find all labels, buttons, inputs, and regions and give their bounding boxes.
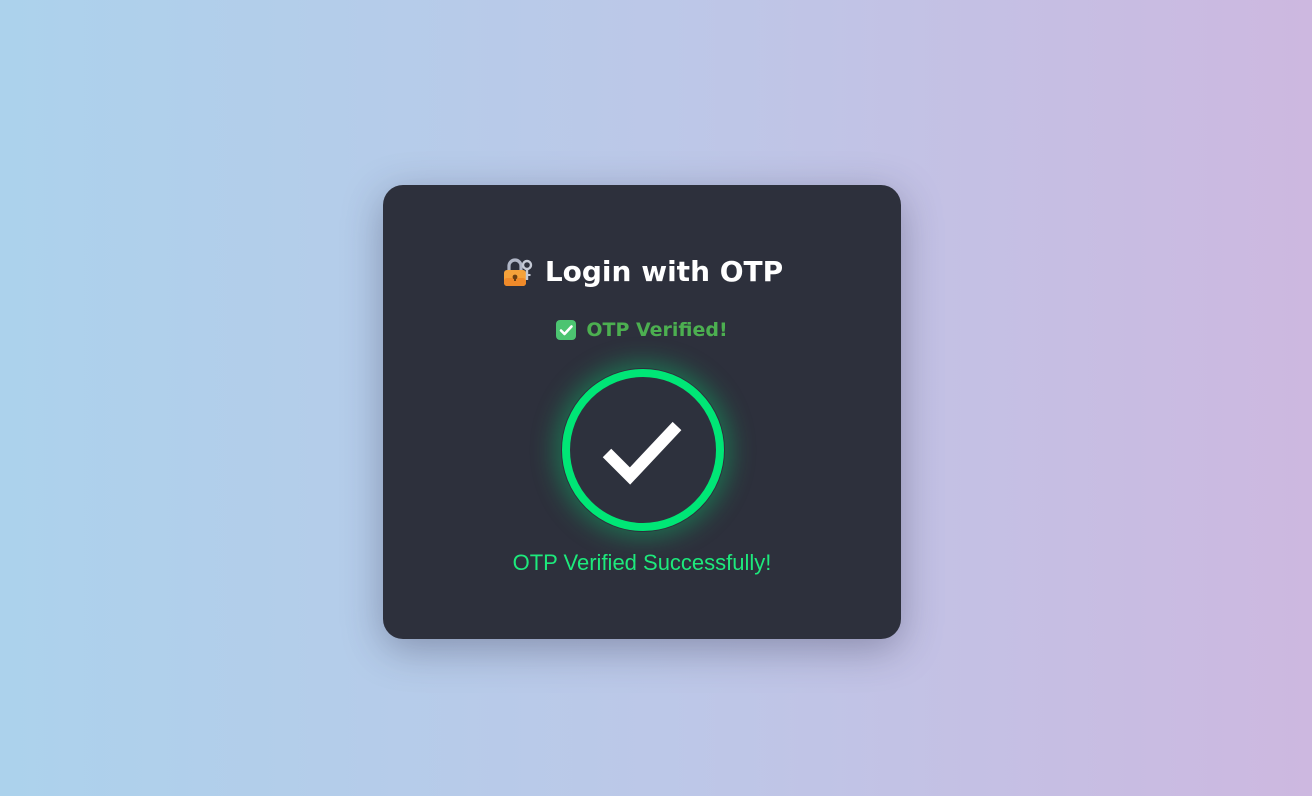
large-check-circle-icon [561,368,725,532]
check-mark-button-icon [556,320,577,340]
otp-card: Login with OTP OTP Verified! OTP Verifie… [383,185,901,639]
success-message: OTP Verified Successfully! [512,550,772,575]
status-text: OTP Verified! [586,319,728,341]
title-text: Login with OTP [544,255,784,288]
card-title: Login with OTP [383,253,901,291]
lock-with-key-icon [501,256,533,288]
status-message: OTP Verified! [383,317,901,343]
